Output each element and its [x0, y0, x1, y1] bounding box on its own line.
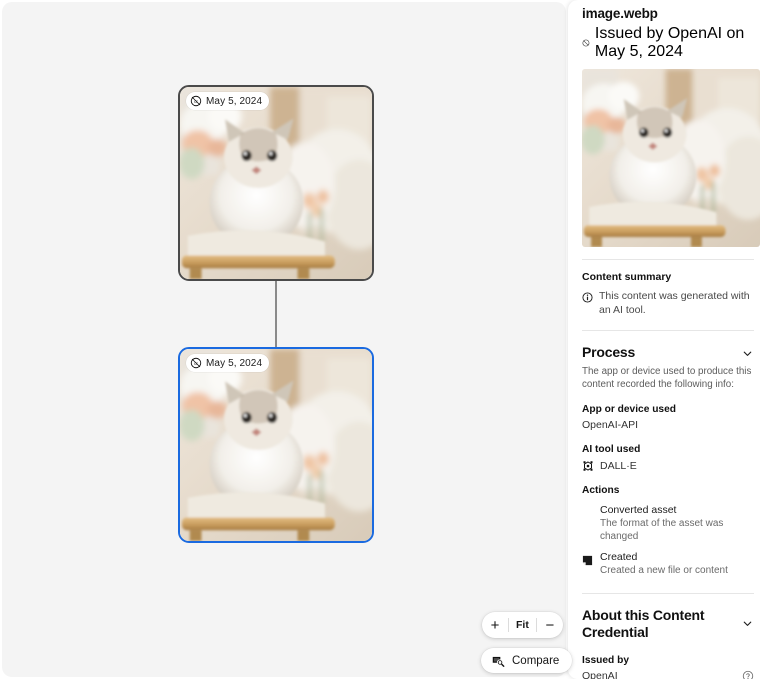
content-credentials-icon: cr [190, 357, 202, 369]
node-date-label: May 5, 2024 [206, 96, 262, 107]
node-date-badge: cr May 5, 2024 [186, 354, 269, 372]
zoom-controls: + Fit − [482, 612, 563, 638]
issued-by-value: OpenAI [582, 670, 618, 679]
chevron-down-icon[interactable] [741, 617, 754, 630]
zoom-out-button[interactable]: − [537, 612, 563, 638]
divider [582, 259, 754, 260]
action-description: Created a new file or content [600, 564, 728, 577]
content-credentials-icon [582, 37, 590, 49]
content-summary-row: This content was generated with an AI to… [582, 290, 754, 318]
action-title: Converted asset [600, 504, 754, 516]
action-icon-wrap [582, 551, 593, 577]
issued-by-row: OpenAI [582, 670, 754, 679]
app-used-label: App or device used [582, 404, 754, 415]
action-description: The format of the asset was changed [600, 517, 754, 543]
ai-tool-row: DALL·E [582, 460, 754, 472]
ai-tool-value: DALL·E [600, 460, 637, 472]
action-icon-placeholder [582, 504, 593, 543]
action-item: Created Created a new file or content [582, 551, 754, 577]
info-icon [582, 292, 593, 303]
content-credentials-icon: cr [190, 95, 202, 107]
node-date-label: May 5, 2024 [206, 358, 262, 369]
action-item: Converted asset The format of the asset … [582, 504, 754, 543]
about-section-header[interactable]: About this Content Credential [582, 607, 754, 641]
process-description: The app or device used to produce this c… [582, 365, 754, 391]
help-icon[interactable] [742, 670, 754, 679]
node-date-badge: cr May 5, 2024 [186, 92, 269, 110]
asset-preview-image[interactable] [582, 69, 760, 247]
dalle-icon [582, 460, 594, 472]
divider [582, 593, 754, 594]
ai-tool-label: AI tool used [582, 444, 754, 455]
content-credentials-app: cr May 5, 2024 [0, 0, 768, 679]
node-connector-edge [275, 281, 277, 347]
node-thumbnail-image [180, 87, 372, 279]
file-name-title: image.webp [582, 0, 754, 21]
node-thumbnail-image [180, 349, 372, 541]
graph-node-selected[interactable]: cr May 5, 2024 [178, 347, 374, 543]
divider [582, 330, 754, 331]
compare-label: Compare [512, 655, 559, 667]
zoom-fit-button[interactable]: Fit [509, 612, 536, 638]
svg-text:cr: cr [194, 99, 198, 104]
process-title: Process [582, 344, 635, 361]
zoom-in-button[interactable]: + [482, 612, 508, 638]
issuer-line: Issued by OpenAI on May 5, 2024 [582, 25, 754, 61]
issuer-text: Issued by OpenAI on May 5, 2024 [595, 25, 754, 61]
graph-node-source[interactable]: cr May 5, 2024 [178, 85, 374, 281]
process-section-header[interactable]: Process [582, 344, 754, 361]
action-title: Created [600, 551, 728, 563]
compare-button[interactable]: Compare [481, 648, 572, 673]
details-sidebar: image.webp Issued by OpenAI on May 5, 20… [568, 0, 768, 679]
preview-thumbnail [582, 69, 760, 247]
compare-icon [491, 654, 505, 668]
svg-text:cr: cr [194, 361, 198, 366]
app-used-value: OpenAI-API [582, 419, 754, 431]
content-summary-label: Content summary [582, 271, 754, 283]
issued-by-label: Issued by [582, 655, 754, 666]
content-summary-text: This content was generated with an AI to… [599, 290, 754, 318]
created-icon [582, 555, 593, 566]
about-title: About this Content Credential [582, 607, 722, 641]
actions-label: Actions [582, 485, 754, 496]
provenance-canvas[interactable]: cr May 5, 2024 [2, 2, 566, 677]
chevron-down-icon[interactable] [741, 347, 754, 360]
